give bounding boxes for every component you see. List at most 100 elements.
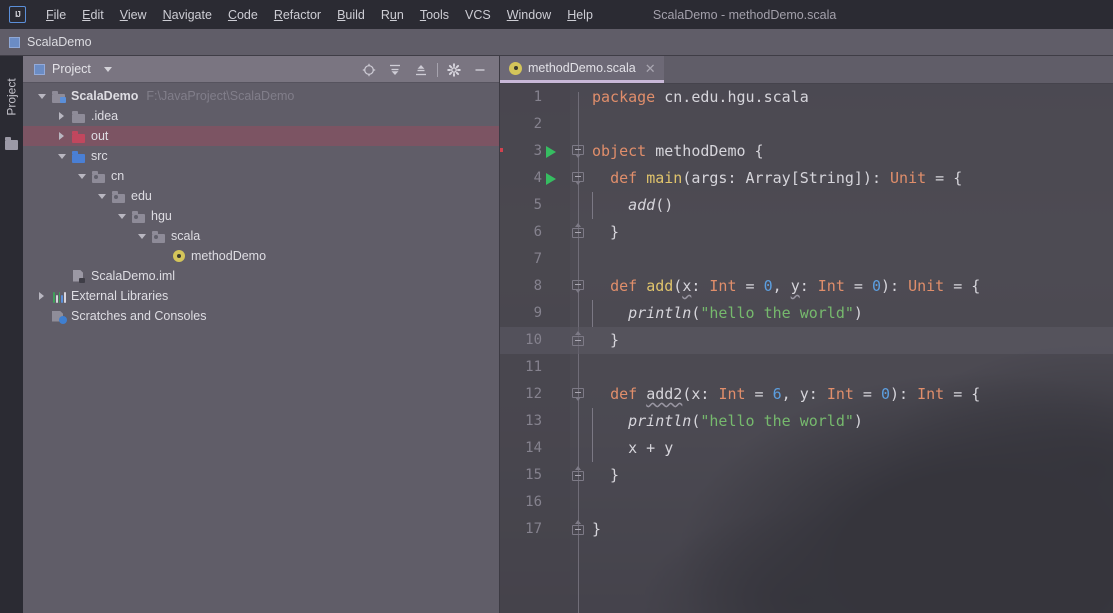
chevron-down-icon[interactable]	[103, 66, 112, 72]
breadcrumb-project-name[interactable]: ScalaDemo	[27, 35, 92, 49]
fold-marker[interactable]	[571, 331, 585, 347]
chevron-down-icon[interactable]	[36, 91, 47, 102]
token: y	[790, 277, 800, 295]
code-line-3[interactable]: 3 object methodDemo {	[500, 138, 1113, 165]
expand-all-icon-svg	[390, 64, 400, 75]
fold-marker[interactable]	[571, 171, 585, 185]
code-line-5[interactable]: 5 add()	[500, 192, 1113, 219]
run-gutter-icon[interactable]	[546, 146, 556, 158]
fold-marker[interactable]	[571, 279, 585, 293]
menu-item-build[interactable]: Build	[329, 5, 373, 25]
menu-item-navigate[interactable]: Navigate	[155, 5, 220, 25]
editor-tab-bar: methodDemo.scala ✕	[500, 56, 1113, 84]
token: 0	[871, 277, 881, 295]
tree-node--idea[interactable]: .idea	[23, 106, 499, 126]
fold-marker[interactable]	[571, 144, 585, 158]
menu-item-window[interactable]: Window	[499, 5, 559, 25]
line-number: 4	[533, 170, 542, 186]
code-line-1[interactable]: 1 package cn.edu.hgu.scala	[500, 84, 1113, 111]
code-line-4[interactable]: 4 def main(args: Array[String]): Unit = …	[500, 165, 1113, 192]
menu-item-refactor[interactable]: Refactor	[266, 5, 329, 25]
chevron-down-icon[interactable]	[96, 191, 107, 202]
token: [	[790, 169, 800, 187]
project-tool-window: Project ScalaDemo F:\JavaProject\ScalaDe…	[23, 56, 500, 613]
chevron-right-icon[interactable]	[36, 291, 47, 302]
tree-node-label: src	[91, 149, 108, 163]
token: methodDemo	[655, 142, 746, 160]
menu-item-file[interactable]: File	[38, 5, 74, 25]
code-line-6[interactable]: 6 }	[500, 219, 1113, 246]
menu-item-run[interactable]: Run	[373, 5, 412, 25]
fold-marker[interactable]	[571, 520, 585, 536]
token: {	[745, 142, 764, 160]
tree-node-label: Scratches and Consoles	[71, 309, 207, 323]
chevron-down-icon[interactable]	[116, 211, 127, 222]
menu-item-code[interactable]: Code	[220, 5, 266, 25]
tree-node-hgu[interactable]: hgu	[23, 206, 499, 226]
fold-marker[interactable]	[571, 466, 585, 482]
tree-node-label: ScalaDemo.iml	[91, 269, 176, 283]
tree-node-cn[interactable]: cn	[23, 166, 499, 186]
navigation-bar[interactable]: ScalaDemo	[0, 29, 1113, 56]
chevron-down-icon[interactable]	[136, 231, 147, 242]
code-line-9[interactable]: 9 println("hello the world")	[500, 300, 1113, 327]
tree-node-scalademo[interactable]: ScalaDemo F:\JavaProject\ScalaDemo	[23, 86, 499, 106]
expand-all-icon[interactable]	[382, 56, 408, 83]
fold-marker[interactable]	[571, 387, 585, 401]
token: Int	[709, 277, 737, 295]
collapse-all-icon[interactable]	[408, 56, 434, 83]
code-line-13[interactable]: 13 println("hello the world")	[500, 408, 1113, 435]
chevron-right-icon[interactable]	[56, 111, 67, 122]
code-line-14[interactable]: 14 x + y	[500, 435, 1113, 462]
tree-node-scala[interactable]: scala	[23, 226, 499, 246]
close-icon[interactable]: ✕	[645, 62, 656, 75]
tool-window-button-project[interactable]: Project	[0, 62, 23, 132]
project-panel-toolbar	[356, 56, 493, 83]
error-stripe-mark[interactable]	[500, 148, 503, 152]
menu-item-help[interactable]: Help	[559, 5, 601, 25]
tree-node-methoddemo[interactable]: methodDemo	[23, 246, 499, 266]
menu-item-edit[interactable]: Edit	[74, 5, 112, 25]
tree-node-scalademo-iml[interactable]: ScalaDemo.iml	[23, 266, 499, 286]
code-line-10[interactable]: 10 }	[500, 327, 1113, 354]
code-line-15[interactable]: 15 }	[500, 462, 1113, 489]
iml-file-icon	[71, 270, 86, 283]
editor-tab-methodDemo[interactable]: methodDemo.scala ✕	[500, 56, 664, 83]
code-line-16[interactable]: 16	[500, 489, 1113, 516]
code-line-12[interactable]: 12 def add2(x: Int = 6, y: Int = 0): Int…	[500, 381, 1113, 408]
locate-icon[interactable]	[356, 56, 382, 83]
token: =	[736, 277, 764, 295]
tree-node-path: F:\JavaProject\ScalaDemo	[146, 89, 295, 103]
menu-item-tools[interactable]: Tools	[412, 5, 457, 25]
menu-item-vcs[interactable]: VCS	[457, 5, 499, 25]
run-gutter-icon[interactable]	[546, 173, 556, 185]
folder-icon[interactable]	[5, 137, 18, 150]
code-line-2[interactable]: 2	[500, 111, 1113, 138]
fold-marker[interactable]	[571, 223, 585, 239]
code-editor[interactable]: 1 package cn.edu.hgu.scala 2 3 object method…	[500, 84, 1113, 613]
code-text: add()	[592, 192, 673, 219]
line-number: 3	[533, 143, 542, 159]
code-lines[interactable]: 1 package cn.edu.hgu.scala 2 3 object method…	[500, 84, 1113, 613]
tree-node-src[interactable]: src	[23, 146, 499, 166]
line-number: 7	[533, 251, 542, 267]
menu-item-view[interactable]: View	[112, 5, 155, 25]
tree-node-edu[interactable]: edu	[23, 186, 499, 206]
gear-icon[interactable]	[441, 56, 467, 83]
tree-node-out[interactable]: out	[23, 126, 499, 146]
hide-icon[interactable]	[467, 56, 493, 83]
chevron-down-icon[interactable]	[56, 151, 67, 162]
token: Int	[817, 277, 845, 295]
project-tree[interactable]: ScalaDemo F:\JavaProject\ScalaDemo .idea ou…	[23, 83, 499, 326]
line-number: 6	[533, 224, 542, 240]
tree-node-scratches-and-consoles[interactable]: Scratches and Consoles	[23, 306, 499, 326]
code-line-7[interactable]: 7	[500, 246, 1113, 273]
tree-node-external-libraries[interactable]: External Libraries	[23, 286, 499, 306]
chevron-down-icon[interactable]	[76, 171, 87, 182]
code-line-17[interactable]: 17}	[500, 516, 1113, 543]
code-line-8[interactable]: 8 def add(x: Int = 0, y: Int = 0): Unit …	[500, 273, 1113, 300]
chevron-right-icon[interactable]	[56, 131, 67, 142]
code-line-11[interactable]: 11	[500, 354, 1113, 381]
